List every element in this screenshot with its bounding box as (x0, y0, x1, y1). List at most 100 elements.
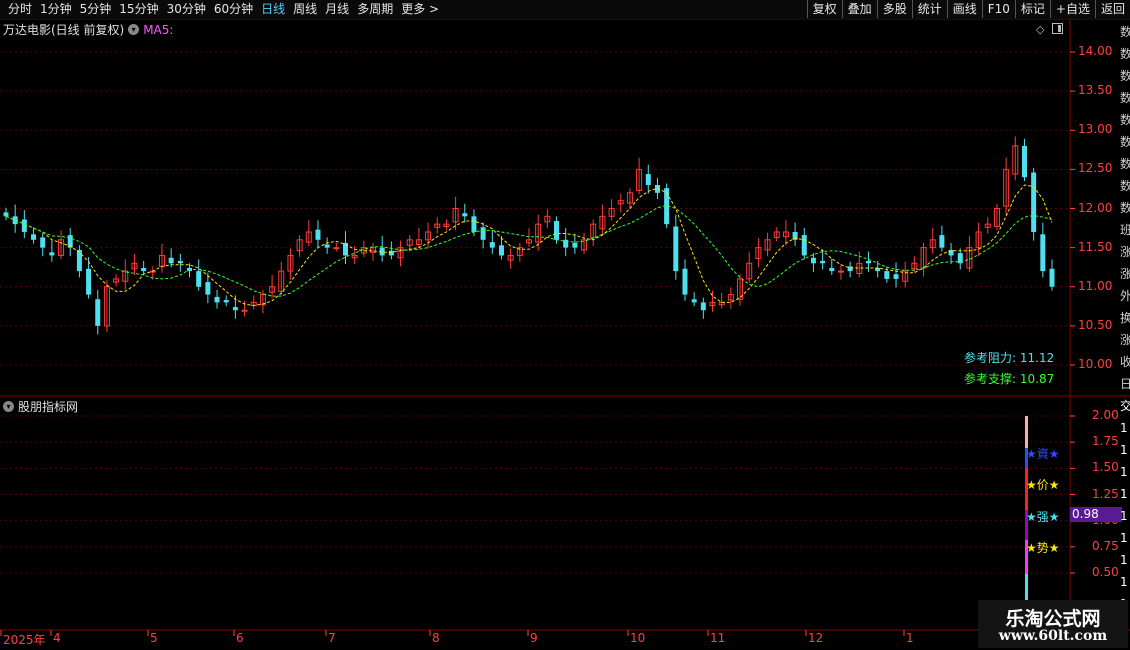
action-button-4[interactable]: 画线 (946, 0, 982, 18)
candle-body (746, 262, 753, 280)
info-strip-char: 1 (1120, 509, 1128, 523)
period-tab-10[interactable]: 更多 > (397, 1, 443, 18)
info-strip-char: 数 (1120, 201, 1130, 215)
candle-body (31, 234, 37, 240)
watermark-title: 乐淘公式网 (1005, 608, 1101, 630)
toolbar: 分时 1分钟 5分钟 15分钟 30分钟 60分钟 日线 周线 月线 多周期 更多 > 复权 叠加 多股… (0, 0, 1130, 20)
candle-body (351, 254, 358, 259)
candle-body (205, 282, 211, 295)
candle-body (149, 270, 156, 273)
period-tab-7[interactable]: 周线 (289, 1, 321, 18)
info-strip-char: 数 (1120, 69, 1130, 83)
indicator-label-1: ★資★ (1026, 447, 1060, 461)
info-strip-char: 涨 (1120, 267, 1130, 281)
candle-body (113, 278, 120, 283)
candle-body (415, 239, 422, 245)
action-button-6[interactable]: 标记 (1014, 0, 1050, 18)
action-button-3[interactable]: 统计 (911, 0, 947, 18)
candle-body (700, 302, 706, 311)
info-strip-char: 数 (1120, 179, 1130, 193)
candle-body (388, 250, 394, 256)
candle-body (158, 254, 165, 267)
candle-body (829, 267, 835, 272)
period-tab-6[interactable]: 日线 (257, 1, 289, 18)
candle-body (141, 267, 147, 272)
info-strip-char: 1 (1120, 487, 1128, 501)
candle-body (893, 274, 899, 279)
candle-body (259, 294, 266, 306)
panel-toggle-icon[interactable] (1052, 23, 1064, 34)
candle-body (223, 300, 229, 303)
candle-body (196, 271, 202, 287)
action-button-2[interactable]: 多股 (876, 0, 912, 18)
info-strip-char: 1 (1120, 443, 1128, 457)
date-label: 9 (530, 631, 538, 645)
price-tick-label: 11.50 (1078, 239, 1113, 254)
candle-body (884, 271, 890, 279)
period-tab-5[interactable]: 60分钟 (210, 1, 257, 18)
candle-body (727, 294, 734, 301)
price-tick-label: 13.00 (1078, 122, 1113, 137)
diamond-icon[interactable]: ◇ (1036, 23, 1044, 36)
candle-body (957, 253, 963, 264)
period-tab-9[interactable]: 多周期 (353, 1, 397, 18)
date-label: 11 (710, 631, 726, 645)
candle-body (333, 247, 340, 250)
candle-body (801, 235, 807, 256)
info-strip-char: 外 (1120, 289, 1130, 303)
price-tick-label: 12.50 (1078, 161, 1113, 176)
candle-body (810, 257, 816, 264)
candle-body (847, 266, 853, 272)
action-button-8[interactable]: 返回 (1094, 0, 1130, 18)
period-tab-2[interactable]: 5分钟 (76, 1, 116, 18)
candle-body (58, 239, 65, 256)
period-tab-3[interactable]: 15分钟 (115, 1, 162, 18)
candle-body (67, 235, 73, 248)
action-button-0[interactable]: 复权 (806, 0, 842, 18)
info-strip-char: 数 (1120, 157, 1130, 171)
candle-body (1012, 145, 1019, 175)
candle-body (636, 168, 643, 192)
candle-body (342, 242, 348, 256)
period-tab-4[interactable]: 30分钟 (163, 1, 210, 18)
action-button-7[interactable]: +自选 (1049, 0, 1095, 18)
candle-body (966, 247, 973, 269)
date-label: 2025年 (3, 633, 46, 647)
info-strip-char: 数 (1120, 135, 1130, 149)
candle-body (76, 249, 82, 272)
action-button-1[interactable]: 叠加 (841, 0, 877, 18)
price-tick-label: 12.00 (1078, 200, 1113, 215)
candle-body (49, 252, 55, 256)
watermark: 乐淘公式网 www.60lt.com (978, 600, 1128, 648)
chevron-down-icon[interactable]: ▾ (3, 401, 14, 412)
candle-body (278, 270, 285, 292)
action-button-5[interactable]: F10 (981, 0, 1015, 18)
candle-body (673, 226, 679, 272)
candle-body (1031, 172, 1037, 232)
period-tab-8[interactable]: 月线 (321, 1, 353, 18)
candle-body (187, 267, 193, 272)
candle-body (507, 254, 514, 261)
candle-body (755, 247, 762, 260)
date-label: 12 (808, 631, 824, 645)
candle-body (434, 223, 441, 228)
chevron-down-icon[interactable]: ▾ (128, 24, 140, 35)
info-strip-char: 收 (1120, 355, 1130, 369)
candle-body (471, 216, 477, 232)
period-tabs: 分时 1分钟 5分钟 15分钟 30分钟 60分钟 日线 周线 月线 多周期 更多 > (4, 1, 443, 18)
chart-canvas[interactable] (0, 0, 1130, 650)
candle-body (544, 215, 551, 223)
candle-body (425, 231, 432, 241)
candle-body (782, 231, 789, 238)
period-tab-1[interactable]: 1分钟 (36, 1, 76, 18)
candle-body (526, 239, 532, 244)
indicator-bar-seg (1025, 574, 1028, 600)
candle-body (645, 174, 651, 186)
candle-body (993, 208, 1000, 227)
candle-body (324, 244, 330, 248)
candle-body (269, 286, 276, 293)
candle-body (599, 215, 606, 230)
period-tab-0[interactable]: 分时 (4, 1, 36, 18)
candle-body (948, 249, 954, 256)
candle-body (902, 270, 909, 282)
